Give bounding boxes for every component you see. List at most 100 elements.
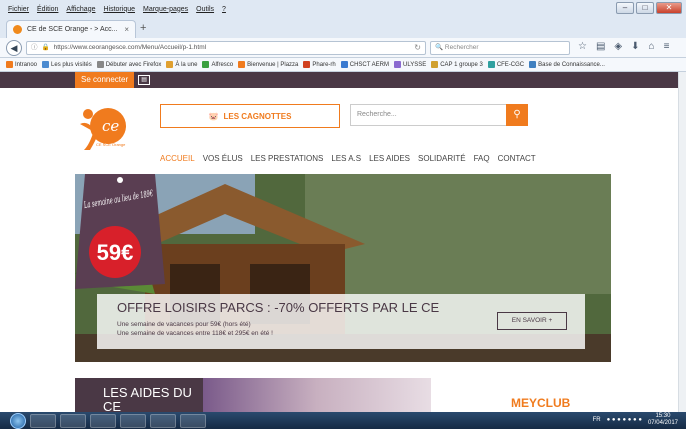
bookmark-item[interactable]: Bienvenue | Plazza <box>238 61 298 68</box>
menu-fichier[interactable]: Fichier <box>8 6 29 13</box>
bookmark-item[interactable]: À la une <box>166 61 197 68</box>
bookmark-item[interactable]: Les plus visités <box>42 61 92 68</box>
reading-list-icon[interactable]: ▤ <box>596 41 605 52</box>
window-controls: – □ ✕ <box>616 2 682 14</box>
les-aides-banner[interactable]: LES AIDES DU CE <box>75 378 203 412</box>
account-card-icon[interactable]: ▤ <box>138 75 151 85</box>
bookmark-item[interactable]: CFE-CGC <box>487 61 525 68</box>
orange-favicon-icon <box>13 25 22 34</box>
info-icon[interactable]: ⓘ <box>31 42 38 54</box>
bookmark-label: Alfresco <box>211 61 234 68</box>
bookmark-item[interactable]: Débuter avec Firefox <box>96 61 161 68</box>
menu-aide[interactable]: ? <box>222 6 226 13</box>
bookmark-item[interactable]: CHSCT AERM <box>340 61 389 68</box>
en-savoir-plus-button[interactable]: EN SAVOIR + <box>497 312 567 330</box>
site-search-button[interactable]: ⚲ <box>506 104 528 126</box>
bookmark-icon <box>340 61 348 68</box>
back-button[interactable]: ◀ <box>6 40 22 56</box>
nav-item[interactable]: LES PRESTATIONS <box>251 154 324 163</box>
url-bar[interactable]: ⓘ 🔒 https://www.ceorangesce.com/Menu/Acc… <box>26 41 426 55</box>
cagnottes-button[interactable]: 🐷 LES CAGNOTTES <box>160 104 340 128</box>
menu-historique[interactable]: Historique <box>103 6 135 13</box>
bookmark-item[interactable]: Phare-rh <box>303 61 336 68</box>
close-window-button[interactable]: ✕ <box>656 2 682 14</box>
bookmark-item[interactable]: Intranoo <box>6 61 37 68</box>
nav-item[interactable]: FAQ <box>474 154 490 163</box>
bookmark-item[interactable]: CAP 1 groupe 3 <box>431 61 483 68</box>
bookmark-label: Base de Connaissance... <box>538 61 605 68</box>
nav-toolbar: ◀ ⓘ 🔒 https://www.ceorangesce.com/Menu/A… <box>0 38 686 58</box>
nav-item[interactable]: ACCUEIL <box>160 154 195 163</box>
taskbar-excel[interactable] <box>90 413 116 428</box>
vertical-scrollbar[interactable] <box>678 72 686 412</box>
menu-outils[interactable]: Outils <box>196 6 214 13</box>
windows-taskbar: FR ● ● ● ● ● ● ● 15:30 07/04/2017 <box>0 412 686 429</box>
clock-time: 15:30 <box>655 413 671 419</box>
bookmark-label: CFE-CGC <box>496 61 525 68</box>
ce-orange-logo[interactable]: ce CE SCE Orange <box>74 100 130 156</box>
hamburger-menu-icon[interactable]: ≡ <box>664 41 670 52</box>
clock[interactable]: 15:30 07/04/2017 <box>648 413 678 427</box>
close-tab-icon[interactable]: × <box>124 25 129 34</box>
cagnottes-label: LES CAGNOTTES <box>223 111 292 121</box>
home-icon[interactable]: ⌂ <box>649 41 655 52</box>
bookmark-label: Phare-rh <box>312 61 336 68</box>
bookmark-item[interactable]: Base de Connaissance... <box>529 61 605 68</box>
url-text: https://www.ceorangesce.com/Menu/Accueil… <box>53 44 207 51</box>
tab-bar: CE de SCE Orange - > Acc... × + <box>0 18 686 38</box>
aides-image <box>203 378 431 412</box>
tab-ce-sce-orange[interactable]: CE de SCE Orange - > Acc... × <box>6 20 136 38</box>
lock-icon: 🔒 <box>41 44 50 51</box>
new-tab-button[interactable]: + <box>140 22 146 34</box>
bookmark-label: CHSCT AERM <box>349 61 389 68</box>
nav-item[interactable]: CONTACT <box>498 154 536 163</box>
menu-edition[interactable]: Édition <box>37 6 58 13</box>
nav-item[interactable]: SOLIDARITÉ <box>418 154 466 163</box>
bookmark-icon <box>96 61 104 68</box>
login-button[interactable]: Se connecter <box>75 72 135 88</box>
bookmark-icon <box>529 61 537 68</box>
bookmark-icon <box>166 61 174 68</box>
nav-item[interactable]: LES A.S <box>331 154 361 163</box>
bookmark-label: Intranoo <box>15 61 38 68</box>
pocket-icon[interactable]: ◈ <box>614 41 622 52</box>
taskbar-explorer[interactable] <box>30 413 56 428</box>
bookmark-item[interactable]: ULYSSE <box>393 61 427 68</box>
browser-search-placeholder: Rechercher <box>444 44 479 51</box>
taskbar-outlook[interactable] <box>60 413 86 428</box>
bookmark-icon <box>393 61 401 68</box>
search-icon: 🔍 <box>435 44 444 51</box>
bookmark-star-icon[interactable]: ☆ <box>578 41 587 52</box>
maximize-button[interactable]: □ <box>636 2 654 14</box>
download-icon[interactable]: ⬇ <box>631 41 639 52</box>
site-search-input[interactable]: Recherche... ⚲ <box>350 104 528 126</box>
taskbar-folder[interactable] <box>150 413 176 428</box>
bookmark-label: ULYSSE <box>402 61 427 68</box>
site-search-placeholder: Recherche... <box>357 111 397 118</box>
bookmark-item[interactable]: Alfresco <box>202 61 233 68</box>
nav-item[interactable]: VOS ÉLUS <box>203 154 243 163</box>
bookmark-icon <box>487 61 495 68</box>
hero-title: OFFRE LOISIRS PARCS : -70% OFFERTS PAR L… <box>117 300 440 315</box>
clock-date: 07/04/2017 <box>647 420 678 426</box>
meyclub-banner[interactable]: MEYCLUB <box>431 378 611 412</box>
menu-affichage[interactable]: Affichage <box>66 6 95 13</box>
reload-icon[interactable]: ↻ <box>414 42 421 54</box>
language-indicator[interactable]: FR <box>593 417 601 423</box>
taskbar-firefox[interactable] <box>180 413 206 428</box>
hero-banner[interactable]: La semaine au lieu de 189€ 59€ OFFRE LOI… <box>75 174 611 362</box>
bookmark-icon <box>238 61 246 68</box>
hero-caption: OFFRE LOISIRS PARCS : -70% OFFERTS PAR L… <box>97 294 585 349</box>
bookmark-icon <box>303 61 311 68</box>
bookmark-label: CAP 1 groupe 3 <box>440 61 483 68</box>
browser-search-input[interactable]: 🔍 Rechercher <box>430 41 570 55</box>
bookmark-icon <box>6 61 13 68</box>
tray-icons[interactable]: ● ● ● ● ● ● ● <box>607 417 642 423</box>
minimize-button[interactable]: – <box>616 2 634 14</box>
nav-item[interactable]: LES AIDES <box>369 154 410 163</box>
menu-marque-pages[interactable]: Marque-pages <box>143 6 188 13</box>
start-button[interactable] <box>10 412 26 429</box>
taskbar-word[interactable] <box>120 413 146 428</box>
top-strip: Se connecter ▤ <box>0 72 678 88</box>
bottom-banners: LES AIDES DU CE MEYCLUB <box>75 378 611 412</box>
